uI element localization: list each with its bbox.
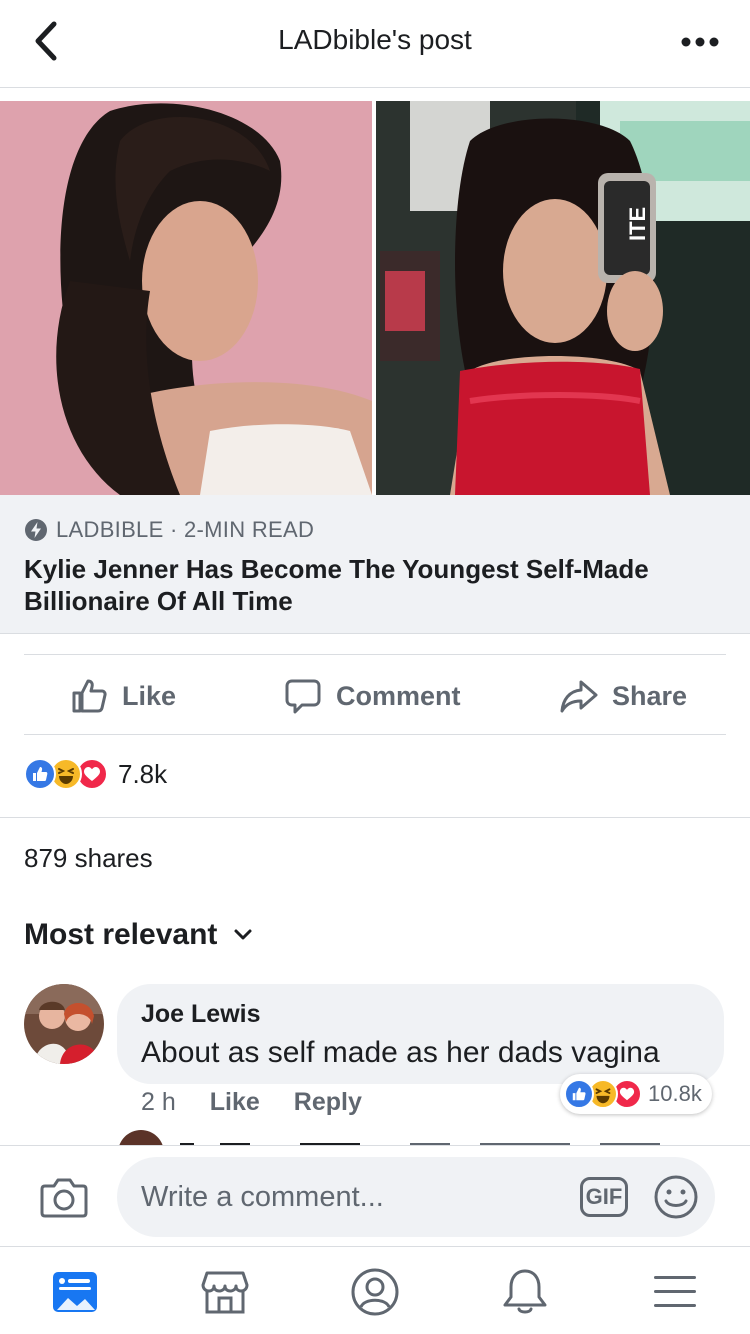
- emoji-button[interactable]: [653, 1174, 699, 1225]
- more-options-button[interactable]: [676, 22, 724, 62]
- link-title: Kylie Jenner Has Become The Youngest Sel…: [24, 554, 649, 616]
- divider: [0, 817, 750, 818]
- comment-bubble-icon: [285, 679, 321, 714]
- like-reaction-icon: [24, 758, 56, 790]
- page-title: LADbible's post: [278, 24, 472, 55]
- comment-like-button[interactable]: Like: [210, 1088, 260, 1117]
- comment-reaction-count: 10.8k: [648, 1081, 702, 1106]
- share-arrow-icon: [560, 680, 598, 713]
- link-source-label: LADBIBLE · 2-MIN READ: [56, 517, 315, 542]
- tab-profile[interactable]: [345, 1267, 405, 1317]
- comment-composer: GIF: [0, 1145, 750, 1245]
- tab-marketplace[interactable]: [195, 1267, 255, 1317]
- menu-icon: [654, 1276, 696, 1307]
- like-label: Like: [122, 680, 177, 711]
- tab-notifications[interactable]: [495, 1267, 555, 1317]
- thumbs-up-icon: [72, 679, 107, 713]
- comment-sort-label: Most relevant: [24, 918, 218, 951]
- share-label: Share: [612, 680, 688, 711]
- top-app-bar: LADbible's post: [0, 0, 750, 88]
- comment-reactions[interactable]: 10.8k: [560, 1074, 712, 1114]
- comment-bubble[interactable]: Joe Lewis About as self made as her dads…: [117, 984, 724, 1084]
- instant-article-bolt-icon: [25, 519, 47, 541]
- comment-text: About as self made as her dads vagina: [141, 1036, 660, 1069]
- svg-text:ITE: ITE: [625, 207, 650, 241]
- comment-button[interactable]: Comment: [284, 677, 461, 715]
- notifications-icon: [503, 1269, 547, 1314]
- link-source: LADBIBLE · 2-MIN READ: [24, 517, 314, 543]
- news-feed-icon: [53, 1272, 97, 1312]
- tab-news-feed[interactable]: [45, 1267, 105, 1317]
- smiley-icon: [654, 1175, 698, 1219]
- comment-reply-button[interactable]: Reply: [294, 1088, 362, 1117]
- reaction-count: 7.8k: [118, 758, 168, 789]
- avatar[interactable]: [24, 984, 104, 1064]
- comment-label: Comment: [336, 680, 461, 711]
- post-photo[interactable]: ITE: [0, 101, 750, 495]
- chevron-down-icon: [234, 929, 252, 940]
- bottom-navigation: [0, 1246, 750, 1334]
- more-dots-icon: [681, 37, 719, 47]
- comment-sort-dropdown[interactable]: Most relevant: [24, 918, 253, 952]
- camera-button[interactable]: [40, 1176, 88, 1223]
- reaction-summary[interactable]: 7.8k: [24, 758, 167, 790]
- share-button[interactable]: Share: [560, 677, 687, 715]
- tab-menu[interactable]: [645, 1267, 705, 1317]
- comment-meta: 2 h Like Reply: [141, 1088, 396, 1117]
- post-action-bar: Like Comment Share: [24, 654, 726, 735]
- comment-timestamp: 2 h: [141, 1088, 176, 1116]
- like-button[interactable]: Like: [70, 677, 176, 715]
- profile-icon: [351, 1268, 399, 1316]
- gif-button[interactable]: GIF: [580, 1177, 628, 1217]
- marketplace-icon: [201, 1271, 249, 1314]
- link-preview[interactable]: LADBIBLE · 2-MIN READ Kylie Jenner Has B…: [0, 495, 750, 634]
- like-reaction-icon: [564, 1079, 594, 1109]
- next-comment-avatar: [118, 1130, 164, 1146]
- comment-author[interactable]: Joe Lewis: [141, 1000, 261, 1029]
- camera-icon: [40, 1178, 88, 1218]
- share-count[interactable]: 879 shares: [24, 843, 153, 874]
